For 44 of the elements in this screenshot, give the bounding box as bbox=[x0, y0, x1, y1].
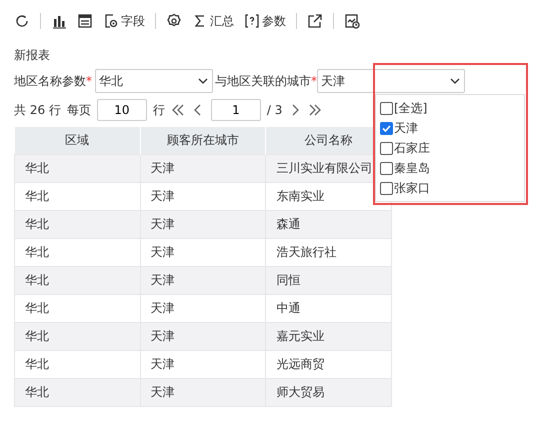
table-cell: 中通 bbox=[266, 294, 392, 322]
table-cell: 华北 bbox=[14, 294, 140, 322]
page-total: / 3 bbox=[266, 102, 282, 119]
table-cell: 同恒 bbox=[266, 266, 392, 294]
table-cell: 华北 bbox=[14, 378, 140, 406]
table-cell: 华北 bbox=[14, 322, 140, 350]
table-cell: 天津 bbox=[140, 238, 266, 266]
row-count: 共 26 行 bbox=[14, 102, 61, 119]
table-cell: 师大贸易 bbox=[266, 378, 392, 406]
table-cell: 天津 bbox=[140, 378, 266, 406]
table-cell: 华北 bbox=[14, 266, 140, 294]
table-cell: 华北 bbox=[14, 182, 140, 210]
per-page-label: 每页 bbox=[66, 102, 91, 119]
table-cell: 浩天旅行社 bbox=[266, 238, 392, 266]
param-label: 与地区关联的城市 bbox=[215, 73, 311, 90]
required-mark: * bbox=[86, 73, 92, 90]
param-label: 地区名称参数 bbox=[14, 73, 86, 90]
table-cell: 嘉元实业 bbox=[266, 322, 392, 350]
column-header: 区域 bbox=[14, 127, 140, 154]
dropdown-option[interactable]: [全选] bbox=[380, 98, 520, 118]
table-cell: 华北 bbox=[14, 154, 140, 182]
sigma-button[interactable]: 汇总 bbox=[192, 12, 234, 30]
table-cell: 天津 bbox=[140, 182, 266, 210]
table-cell: 天津 bbox=[140, 294, 266, 322]
required-mark: * bbox=[311, 73, 317, 90]
report-title: 新报表 bbox=[14, 47, 51, 64]
table-cell: 天津 bbox=[140, 322, 266, 350]
table-cell: 天津 bbox=[140, 266, 266, 294]
table-cell: 森通 bbox=[266, 210, 392, 238]
table-cell: 华北 bbox=[14, 238, 140, 266]
table-cell: 光远商贸 bbox=[266, 350, 392, 378]
bracket-question-button[interactable]: 参数 bbox=[244, 12, 286, 30]
table-cell: 天津 bbox=[140, 210, 266, 238]
table-cell: 华北 bbox=[14, 210, 140, 238]
select-field[interactable]: 华北 bbox=[95, 69, 213, 93]
select-field[interactable]: 天津 bbox=[317, 69, 465, 93]
table-cell: 华北 bbox=[14, 350, 140, 378]
field-settings-button[interactable]: 字段 bbox=[103, 12, 145, 30]
column-header: 顾客所在城市 bbox=[140, 127, 266, 154]
page-number-field[interactable]: 1 bbox=[210, 99, 261, 121]
table-cell: 天津 bbox=[140, 154, 266, 182]
table-cell: 天津 bbox=[140, 350, 266, 378]
rows-label: 行 bbox=[152, 102, 165, 119]
page-size-field[interactable]: 10 bbox=[96, 99, 147, 121]
